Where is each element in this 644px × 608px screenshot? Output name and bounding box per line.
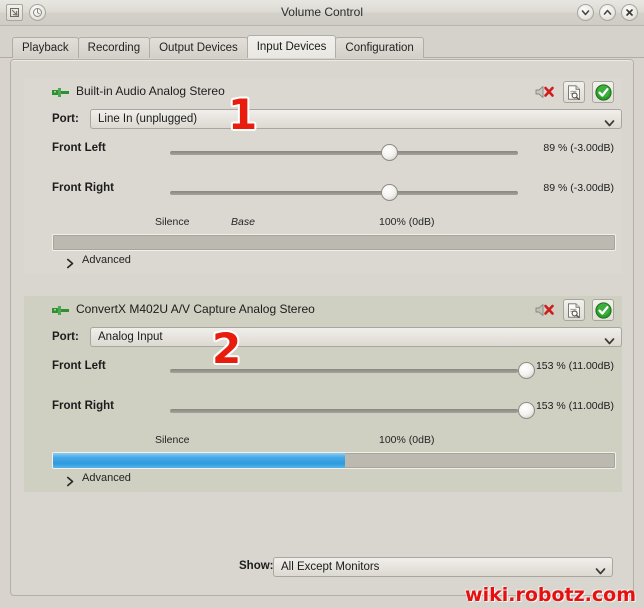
port-row: Port: Analog Input (24, 326, 622, 352)
tab-list: Playback Recording Output Devices Input … (12, 35, 424, 58)
volume-slider-track[interactable] (170, 409, 518, 413)
port-label: Port: (52, 113, 79, 125)
port-select[interactable]: Line In (unplugged) (90, 109, 622, 129)
scale-label-base: Base (231, 216, 255, 228)
input-devices-panel: Built-in Audio Analog Stereo Port: Line … (10, 59, 634, 596)
device-name: Built-in Audio Analog Stereo (76, 84, 225, 98)
window-title: Volume Control (280, 5, 364, 19)
advanced-row[interactable]: Advanced (24, 251, 622, 273)
tab-bar: Playback Recording Output Devices Input … (0, 26, 644, 58)
device-header: Built-in Audio Analog Stereo (24, 78, 622, 108)
tab-configuration[interactable]: Configuration (335, 37, 424, 58)
tab-input-devices[interactable]: Input Devices (246, 35, 337, 58)
channel-value: 89 % (-3.00dB) (543, 142, 614, 154)
speaker-muted-icon[interactable] (534, 300, 556, 320)
volume-slider-handle[interactable] (381, 144, 398, 161)
device-list: Built-in Audio Analog Stereo Port: Line … (12, 68, 632, 548)
device-action-buttons (534, 299, 614, 321)
volume-slider-track[interactable] (170, 191, 518, 195)
title-bar: Volume Control (0, 0, 644, 26)
port-select[interactable]: Analog Input (90, 327, 622, 347)
show-label: Show: (239, 560, 274, 572)
chevron-down-icon (595, 563, 606, 581)
volume-scale-labels: Silence Base 100% (0dB) (24, 214, 622, 232)
show-value: All Except Monitors (281, 561, 380, 573)
audio-card-icon (52, 86, 69, 99)
channel-label: Front Left (52, 142, 106, 154)
port-label: Port: (52, 331, 79, 343)
window-controls (577, 4, 638, 21)
scale-label-0db: 100% (0dB) (379, 434, 435, 446)
show-select[interactable]: All Except Monitors (273, 557, 613, 577)
chevron-down-icon (604, 333, 615, 351)
device-name: ConvertX M402U A/V Capture Analog Stereo (76, 302, 315, 316)
chevron-up-icon[interactable] (599, 4, 616, 21)
volume-scale-labels: Silence 100% (0dB) (24, 432, 622, 450)
chevron-down-icon (604, 115, 615, 133)
device-card-convertx-m402u: ConvertX M402U A/V Capture Analog Stereo (24, 296, 622, 492)
watermark: wiki.robotz.com (465, 584, 636, 606)
volume-control-window: Volume Control Playback Recording Output… (0, 0, 644, 608)
tab-playback[interactable]: Playback (12, 37, 79, 58)
level-meter (52, 452, 616, 469)
channel-value: 153 % (11.00dB) (535, 400, 614, 412)
advanced-label[interactable]: Advanced (82, 254, 131, 266)
advanced-row[interactable]: Advanced (24, 469, 622, 491)
scale-label-silence: Silence (155, 434, 190, 446)
volume-slider-handle[interactable] (518, 402, 535, 419)
port-row: Port: Line In (unplugged) (24, 108, 622, 134)
volume-slider-track[interactable] (170, 369, 518, 373)
device-properties-button[interactable] (563, 81, 585, 103)
port-value: Analog Input (98, 331, 163, 343)
advanced-label[interactable]: Advanced (82, 472, 131, 484)
volume-slider-handle[interactable] (381, 184, 398, 201)
channel-front-left: Front Left 89 % (-3.00dB) (24, 134, 622, 174)
tab-output-devices[interactable]: Output Devices (149, 37, 248, 58)
channel-label: Front Right (52, 182, 114, 194)
device-header: ConvertX M402U A/V Capture Analog Stereo (24, 296, 622, 326)
scale-label-silence: Silence (155, 216, 190, 228)
chevron-right-icon (66, 256, 75, 274)
channel-front-right: Front Right 153 % (11.00dB) (24, 392, 622, 432)
channel-label: Front Right (52, 400, 114, 412)
device-properties-button[interactable] (563, 299, 585, 321)
chevron-right-icon (66, 474, 75, 492)
scale-label-0db: 100% (0dB) (379, 216, 435, 228)
set-as-default-button[interactable] (592, 299, 614, 321)
chevron-down-icon[interactable] (577, 4, 594, 21)
set-as-default-button[interactable] (592, 81, 614, 103)
channel-front-left: Front Left 153 % (11.00dB) (24, 352, 622, 392)
level-meter-fill (53, 453, 346, 468)
close-x-icon[interactable] (621, 4, 638, 21)
channel-value: 153 % (11.00dB) (535, 360, 614, 372)
level-meter (52, 234, 616, 251)
device-card-built-in-audio: Built-in Audio Analog Stereo Port: Line … (24, 78, 622, 274)
tab-recording[interactable]: Recording (77, 37, 151, 58)
device-action-buttons (534, 81, 614, 103)
channel-value: 89 % (-3.00dB) (543, 182, 614, 194)
channel-front-right: Front Right 89 % (-3.00dB) (24, 174, 622, 214)
channel-label: Front Left (52, 360, 106, 372)
audio-card-icon (52, 304, 69, 317)
port-value: Line In (unplugged) (98, 113, 198, 125)
show-filter-row: Show: All Except Monitors (11, 555, 633, 579)
volume-slider-handle[interactable] (518, 362, 535, 379)
speaker-muted-icon[interactable] (534, 82, 556, 102)
volume-slider-track[interactable] (170, 151, 518, 155)
